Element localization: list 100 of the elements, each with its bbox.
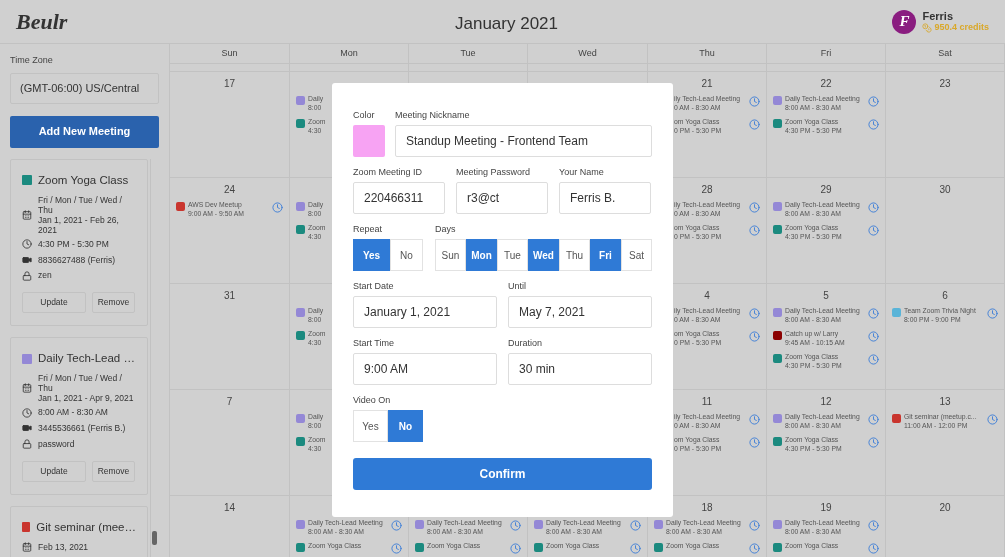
field-label: Meeting Nickname	[395, 110, 471, 120]
option-button[interactable]: No	[388, 410, 423, 442]
meeting-id: 8836627488 (Ferris)	[38, 253, 115, 267]
clock-icon[interactable]	[391, 543, 402, 554]
clock-icon[interactable]	[868, 354, 879, 365]
day-number: 30	[939, 182, 951, 197]
clock-icon[interactable]	[868, 414, 879, 425]
clock-icon[interactable]	[868, 437, 879, 448]
clock-icon[interactable]	[868, 543, 879, 554]
field-label: Start Time	[353, 338, 395, 348]
clock-icon[interactable]	[510, 543, 521, 554]
logo[interactable]: Beulr	[16, 5, 68, 38]
text-field[interactable]: 9:00 AM	[353, 353, 497, 385]
text-field[interactable]: r3@ct	[456, 182, 548, 214]
day-number: 21	[701, 76, 713, 91]
confirm-button[interactable]: Confirm	[353, 458, 652, 490]
clock-icon[interactable]	[749, 96, 760, 107]
clock-icon[interactable]	[749, 202, 760, 213]
text-field[interactable]: Ferris B.	[559, 182, 651, 214]
color-swatch[interactable]	[353, 125, 385, 157]
day-cell[interactable]: 23	[886, 72, 1005, 177]
field-label: Duration	[508, 338, 544, 348]
clock-icon[interactable]	[749, 414, 760, 425]
day-cell[interactable]: 31	[170, 284, 290, 389]
field-label: Video On	[353, 395, 392, 405]
meeting-time: 8:00 AM - 8:30 AM	[38, 406, 108, 419]
day-number: 11	[701, 394, 713, 409]
option-button[interactable]: Sun	[435, 239, 466, 271]
clock-icon[interactable]	[868, 96, 879, 107]
clock-icon[interactable]	[749, 520, 760, 531]
weekday-header: Sun	[170, 44, 290, 63]
clock-icon[interactable]	[749, 437, 760, 448]
clock-icon[interactable]	[510, 520, 521, 531]
lock-icon	[22, 439, 32, 450]
clock-icon[interactable]	[630, 520, 641, 531]
day-cell[interactable]: 17	[170, 72, 290, 177]
coins-icon	[922, 22, 933, 33]
text-field[interactable]: 220466311	[353, 182, 445, 214]
clock-icon	[22, 407, 32, 418]
scrollbar[interactable]	[150, 158, 157, 557]
clock-icon[interactable]	[868, 520, 879, 531]
option-button[interactable]: Wed	[528, 239, 559, 271]
credits: 950.4 credits	[934, 22, 989, 33]
option-button[interactable]: Tue	[497, 239, 528, 271]
day-cell[interactable]: 20	[886, 496, 1005, 557]
day-number: 7	[226, 394, 233, 409]
field-label: Zoom Meeting ID	[353, 167, 424, 177]
meeting-days: Fri / Mon / Tue / Wed / Thu	[38, 194, 136, 215]
clock-icon[interactable]	[987, 414, 998, 425]
avatar[interactable]: F	[892, 9, 917, 34]
clock-icon[interactable]	[749, 119, 760, 130]
day-cell[interactable]: 30	[886, 178, 1005, 283]
video-camera-icon	[22, 423, 32, 434]
calendar-icon	[22, 541, 32, 552]
calendar-icon	[22, 209, 32, 220]
clock-icon[interactable]	[391, 520, 402, 531]
clock-icon[interactable]	[749, 543, 760, 554]
field-label: Your Name	[559, 167, 605, 177]
clock-icon[interactable]	[749, 308, 760, 319]
option-button[interactable]: Sat	[621, 239, 652, 271]
day-number: 4	[704, 288, 710, 303]
option-button[interactable]: Yes	[353, 239, 390, 271]
remove-button[interactable]: Remove	[92, 460, 135, 482]
text-field[interactable]: Standup Meeting - Frontend Team	[395, 125, 652, 157]
option-button[interactable]: Fri	[590, 239, 621, 271]
user-name: Ferris	[922, 10, 955, 22]
weekday-header: Thu	[648, 44, 767, 63]
option-button[interactable]: No	[390, 239, 423, 271]
clock-icon[interactable]	[272, 202, 283, 213]
option-button[interactable]: Mon	[466, 239, 497, 271]
weekday-header: Fri	[767, 44, 886, 63]
day-cell[interactable]: 7	[170, 390, 290, 495]
clock-icon[interactable]	[749, 225, 760, 236]
remove-button[interactable]: Remove	[92, 292, 135, 313]
day-number: 18	[701, 500, 713, 515]
clock-icon[interactable]	[868, 225, 879, 236]
update-button[interactable]: Update	[22, 292, 86, 313]
clock-icon[interactable]	[987, 308, 998, 319]
update-button[interactable]: Update	[22, 460, 86, 482]
clock-icon[interactable]	[868, 202, 879, 213]
clock-icon[interactable]	[749, 331, 760, 342]
day-cell[interactable]: 14	[170, 496, 290, 557]
option-button[interactable]: Yes	[353, 410, 388, 442]
month-title: January 2021	[455, 13, 559, 35]
add-meeting-button[interactable]: Add New Meeting	[10, 115, 159, 148]
clock-icon[interactable]	[630, 543, 641, 554]
day-number: 31	[223, 288, 236, 303]
day-number: 13	[939, 394, 951, 409]
field-label: Days	[435, 224, 457, 234]
day-number: 24	[223, 182, 236, 197]
time-zone-select[interactable]: (GMT-06:00) US/Central	[10, 72, 159, 104]
text-field[interactable]: January 1, 2021	[353, 296, 497, 328]
text-field[interactable]: May 7, 2021	[508, 296, 652, 328]
field-label: Repeat	[353, 224, 384, 234]
option-button[interactable]: Thu	[559, 239, 590, 271]
clock-icon[interactable]	[868, 331, 879, 342]
day-number: 17	[223, 76, 236, 91]
text-field[interactable]: 30 min	[508, 353, 652, 385]
clock-icon[interactable]	[868, 308, 879, 319]
clock-icon[interactable]	[868, 119, 879, 130]
